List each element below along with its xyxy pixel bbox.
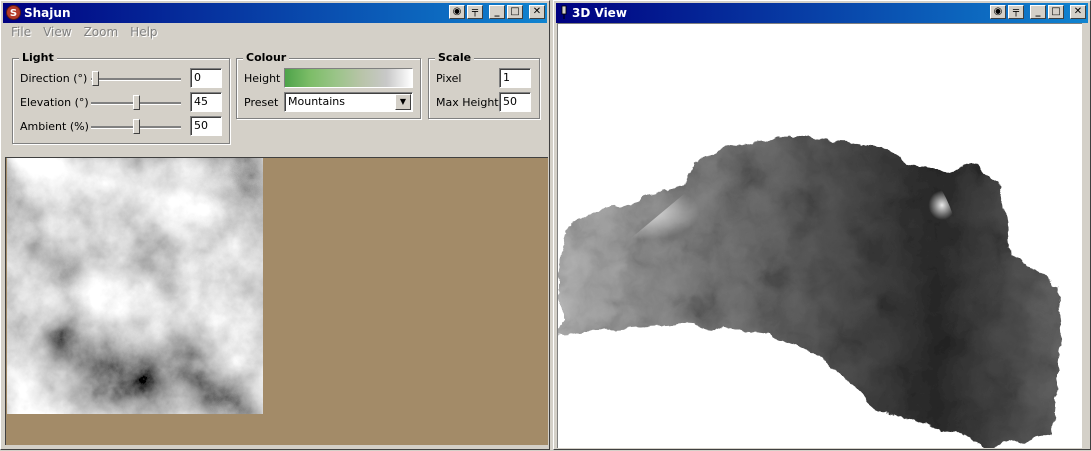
eye-icon[interactable]: ◉ xyxy=(990,5,1006,19)
maximize-button[interactable]: □ xyxy=(1048,5,1064,19)
terrain-render[interactable] xyxy=(558,24,1082,448)
minimize-button[interactable]: _ xyxy=(1030,5,1046,19)
elevation-label: Elevation (°) xyxy=(20,96,89,109)
close-button[interactable]: ✕ xyxy=(529,5,545,19)
max-height-label: Max Height xyxy=(436,96,499,109)
pin-icon[interactable]: ╤ xyxy=(467,5,483,19)
direction-input[interactable]: 0 xyxy=(190,68,222,88)
elevation-slider-thumb[interactable] xyxy=(133,95,140,110)
heightmap-image[interactable] xyxy=(7,158,263,414)
pixel-label: Pixel xyxy=(436,72,462,85)
menu-zoom[interactable]: Zoom xyxy=(78,25,125,39)
scale-group: Scale Pixel 1 Max Height 50 xyxy=(428,51,540,119)
colour-group: Colour Height Preset Mountains ▼ xyxy=(236,51,421,119)
ambient-slider[interactable] xyxy=(91,119,181,135)
heightmap-canvas-area[interactable] xyxy=(5,157,548,445)
maximize-button[interactable]: □ xyxy=(507,5,523,19)
window-title: Shajun xyxy=(24,6,71,20)
direction-label: Direction (°) xyxy=(20,72,88,85)
menu-bar: File View Zoom Help xyxy=(5,25,164,41)
eye-icon[interactable]: ◉ xyxy=(449,5,465,19)
height-label: Height xyxy=(244,72,281,85)
colour-group-title: Colour xyxy=(243,51,290,64)
pushpin-icon[interactable] xyxy=(559,5,569,20)
minimize-button[interactable]: _ xyxy=(489,5,505,19)
direction-slider-thumb[interactable] xyxy=(92,71,99,86)
3d-view-titlebar[interactable]: 3D View ◉ ╤ _ □ ✕ xyxy=(556,3,1088,23)
scale-group-title: Scale xyxy=(435,51,475,64)
menu-file[interactable]: File xyxy=(5,25,37,39)
ambient-label: Ambient (%) xyxy=(20,120,89,133)
max-height-input[interactable]: 50 xyxy=(499,92,531,112)
preset-label: Preset xyxy=(244,96,279,109)
menu-view[interactable]: View xyxy=(37,25,77,39)
ambient-slider-thumb[interactable] xyxy=(133,119,140,134)
ambient-input[interactable]: 50 xyxy=(190,116,222,136)
light-group: Light Direction (°) 0 Elevation (°) 45 A… xyxy=(12,51,230,144)
shajun-titlebar[interactable]: S Shajun ◉ ╤ _ □ ✕ xyxy=(3,3,547,23)
menu-help[interactable]: Help xyxy=(124,25,163,39)
close-button[interactable]: ✕ xyxy=(1070,5,1086,19)
preset-value: Mountains xyxy=(288,95,345,108)
light-group-title: Light xyxy=(19,51,57,64)
preset-select[interactable]: Mountains ▼ xyxy=(284,92,413,112)
elevation-slider[interactable] xyxy=(91,95,181,111)
3d-view-window: 3D View ◉ ╤ _ □ ✕ xyxy=(553,0,1091,450)
3d-terrain-view[interactable] xyxy=(557,23,1082,448)
direction-slider[interactable] xyxy=(91,71,181,87)
shajun-app-icon[interactable]: S xyxy=(6,5,21,20)
pin-icon[interactable]: ╤ xyxy=(1008,5,1024,19)
elevation-input[interactable]: 45 xyxy=(190,92,222,112)
shajun-window: S Shajun ◉ ╤ _ □ ✕ File View Zoom Help L… xyxy=(0,0,550,450)
height-colour-gradient[interactable] xyxy=(284,68,413,88)
pixel-input[interactable]: 1 xyxy=(499,68,531,88)
window-title: 3D View xyxy=(572,6,627,20)
chevron-down-icon[interactable]: ▼ xyxy=(395,94,411,110)
